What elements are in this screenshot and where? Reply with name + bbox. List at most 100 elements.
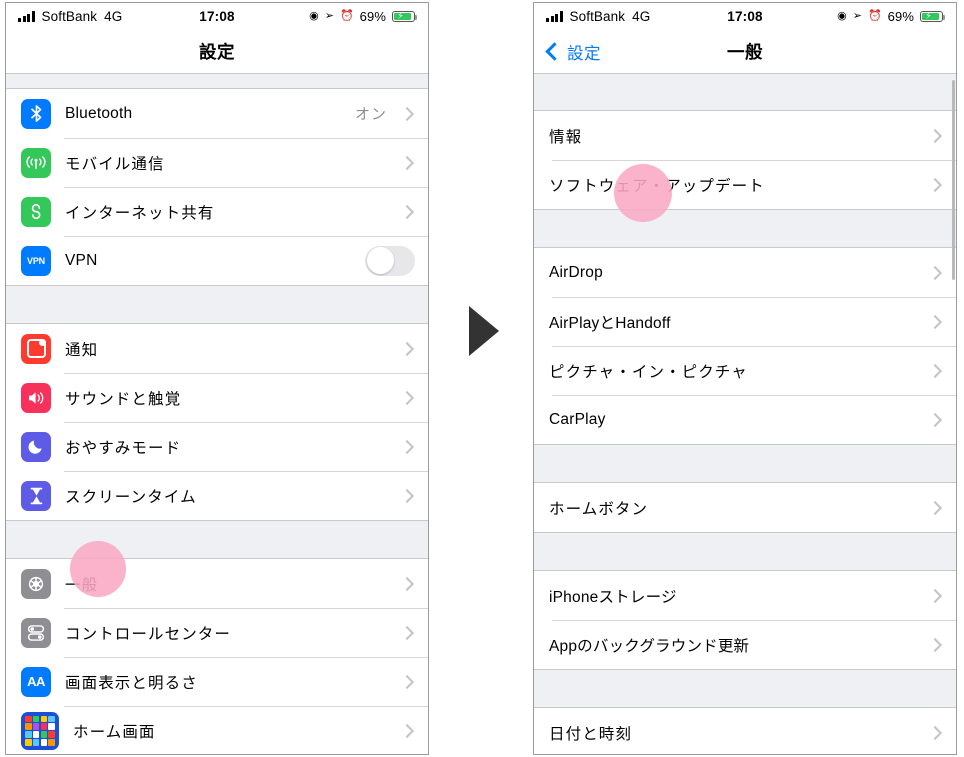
navigation-bar: 設定 一般 bbox=[534, 30, 956, 74]
vertical-scrollbar[interactable] bbox=[952, 80, 955, 280]
list-item-label: おやすみモード bbox=[65, 439, 182, 457]
list-item-label: ホーム画面 bbox=[73, 723, 156, 741]
settings-group-connectivity: Bluetooth オン モバイル通信 インターネット共有 VPN VPN bbox=[6, 88, 428, 286]
list-item-label: サウンドと触覚 bbox=[65, 390, 182, 408]
screenshot-stage: SoftBank 4G 17:08 ◉ ➢ ⏰ 69% ⚡ 設定 Bluetoo… bbox=[0, 0, 964, 757]
back-button[interactable]: 設定 bbox=[545, 40, 601, 64]
status-bar: SoftBank 4G 17:08 ◉ ➢ ⏰ 69% ⚡ bbox=[534, 3, 956, 30]
list-item-label: コントロールセンター bbox=[65, 625, 232, 643]
list-item-airdrop[interactable]: AirDrop bbox=[534, 248, 956, 297]
charging-bolt-icon: ⚡ bbox=[925, 10, 933, 22]
list-item-label: AirPlayとHandoff bbox=[549, 314, 671, 332]
list-item-label: 通知 bbox=[65, 341, 99, 359]
chevron-right-icon bbox=[924, 177, 946, 192]
chevron-right-icon bbox=[396, 674, 418, 689]
settings-list[interactable]: Bluetooth オン モバイル通信 インターネット共有 VPN VPN 通知… bbox=[6, 74, 428, 754]
list-item-label: 一般 bbox=[65, 576, 99, 594]
chevron-right-icon bbox=[396, 106, 418, 121]
back-button-label: 設定 bbox=[567, 44, 601, 63]
list-item-notifications[interactable]: 通知 bbox=[6, 324, 428, 373]
list-item-display-brightness[interactable]: AA 画面表示と明るさ bbox=[6, 657, 428, 706]
notifications-icon bbox=[21, 333, 51, 364]
settings-group-storage: iPhoneストレージ Appのバックグラウンド更新 bbox=[534, 570, 956, 670]
chevron-right-icon bbox=[396, 390, 418, 405]
chevron-right-icon bbox=[396, 625, 418, 640]
carrier-label: SoftBank bbox=[569, 9, 626, 24]
battery-icon: ⚡ bbox=[392, 10, 418, 23]
screen-time-icon bbox=[21, 480, 51, 511]
network-type-label: 4G bbox=[632, 9, 651, 24]
chevron-right-icon bbox=[396, 488, 418, 503]
chevron-right-icon bbox=[924, 314, 946, 329]
list-item-sounds-haptics[interactable]: サウンドと触覚 bbox=[6, 373, 428, 422]
bluetooth-icon bbox=[21, 98, 51, 129]
list-item-general[interactable]: 一般 bbox=[6, 559, 428, 608]
battery-percent-label: 69% bbox=[887, 9, 914, 24]
settings-group-notifications: 通知 サウンドと触覚 おやすみモード スクリーンタイム bbox=[6, 323, 428, 521]
list-item-personal-hotspot[interactable]: インターネット共有 bbox=[6, 187, 428, 236]
list-item-cellular[interactable]: モバイル通信 bbox=[6, 138, 428, 187]
location-services-icon: ◉ bbox=[837, 10, 847, 22]
list-item-bluetooth[interactable]: Bluetooth オン bbox=[6, 89, 428, 138]
chevron-right-icon bbox=[396, 439, 418, 454]
list-item-carplay[interactable]: CarPlay bbox=[534, 395, 956, 444]
list-item-home-screen[interactable]: ホーム画面 bbox=[6, 706, 428, 754]
list-section-gap bbox=[534, 533, 956, 570]
chevron-right-icon bbox=[924, 500, 946, 515]
play-arrow-right-icon bbox=[469, 306, 499, 356]
list-section-gap bbox=[6, 521, 428, 558]
list-section-gap bbox=[534, 445, 956, 482]
do-not-disturb-icon bbox=[21, 431, 51, 462]
list-item-airplay-handoff[interactable]: AirPlayとHandoff bbox=[534, 297, 956, 346]
list-item-label: インターネット共有 bbox=[65, 204, 215, 222]
list-item-vpn[interactable]: VPN VPN bbox=[6, 236, 428, 285]
list-item-about[interactable]: 情報 bbox=[534, 111, 956, 160]
network-type-label: 4G bbox=[104, 9, 123, 24]
navigation-bar: 設定 bbox=[6, 30, 428, 74]
list-item-label: Bluetooth bbox=[65, 104, 133, 122]
settings-group-date-time: 日付と時刻 bbox=[534, 707, 956, 754]
vpn-toggle[interactable] bbox=[365, 245, 415, 276]
chevron-right-icon bbox=[924, 363, 946, 378]
chevron-right-icon bbox=[924, 637, 946, 652]
settings-group-home-button: ホームボタン bbox=[534, 482, 956, 533]
list-item-label: iPhoneストレージ bbox=[549, 588, 677, 606]
location-services-icon: ◉ bbox=[309, 10, 319, 22]
list-item-background-app-refresh[interactable]: Appのバックグラウンド更新 bbox=[534, 620, 956, 669]
control-center-icon bbox=[21, 617, 51, 648]
toggle-knob bbox=[366, 247, 394, 274]
list-item-do-not-disturb[interactable]: おやすみモード bbox=[6, 422, 428, 471]
chevron-right-icon bbox=[924, 128, 946, 143]
list-item-picture-in-picture[interactable]: ピクチャ・イン・ピクチャ bbox=[534, 346, 956, 395]
list-section-gap bbox=[534, 210, 956, 247]
right-phone-screen: SoftBank 4G 17:08 ◉ ➢ ⏰ 69% ⚡ 設定 一般 情報 ソ… bbox=[533, 2, 957, 755]
list-item-label: ピクチャ・イン・ピクチャ bbox=[549, 363, 748, 381]
list-item-date-time[interactable]: 日付と時刻 bbox=[534, 708, 956, 754]
chevron-right-icon bbox=[396, 576, 418, 591]
status-bar-right: ◉ ➢ ⏰ 69% ⚡ bbox=[837, 9, 946, 24]
display-brightness-icon: AA bbox=[21, 666, 51, 697]
list-item-home-button[interactable]: ホームボタン bbox=[534, 483, 956, 532]
list-item-value: オン bbox=[354, 106, 387, 123]
chevron-right-icon bbox=[396, 155, 418, 170]
charging-bolt-icon: ⚡ bbox=[397, 10, 405, 22]
settings-group-system: 一般 コントロールセンター AA 画面表示と明るさ ホーム画面 bbox=[6, 558, 428, 754]
list-top-gap bbox=[6, 74, 428, 88]
list-top-gap bbox=[534, 74, 956, 110]
list-section-gap bbox=[6, 286, 428, 323]
status-bar-left: SoftBank 4G bbox=[546, 9, 650, 24]
list-item-label: 情報 bbox=[549, 128, 583, 146]
home-screen-app-grid bbox=[25, 715, 55, 746]
list-item-label: VPN bbox=[65, 251, 98, 269]
navigation-arrow-icon: ➢ bbox=[852, 10, 862, 22]
list-item-iphone-storage[interactable]: iPhoneストレージ bbox=[534, 571, 956, 620]
chevron-right-icon bbox=[396, 204, 418, 219]
list-item-screen-time[interactable]: スクリーンタイム bbox=[6, 471, 428, 520]
general-settings-list[interactable]: 情報 ソフトウェア・アップデート AirDrop AirPlayとHandoff bbox=[534, 74, 956, 754]
chevron-right-icon bbox=[396, 723, 418, 738]
list-item-software-update[interactable]: ソフトウェア・アップデート bbox=[534, 160, 956, 209]
notification-badge-dot bbox=[39, 338, 46, 346]
list-item-control-center[interactable]: コントロールセンター bbox=[6, 608, 428, 657]
navigation-arrow-icon: ➢ bbox=[324, 10, 334, 22]
cellular-icon bbox=[21, 147, 51, 178]
